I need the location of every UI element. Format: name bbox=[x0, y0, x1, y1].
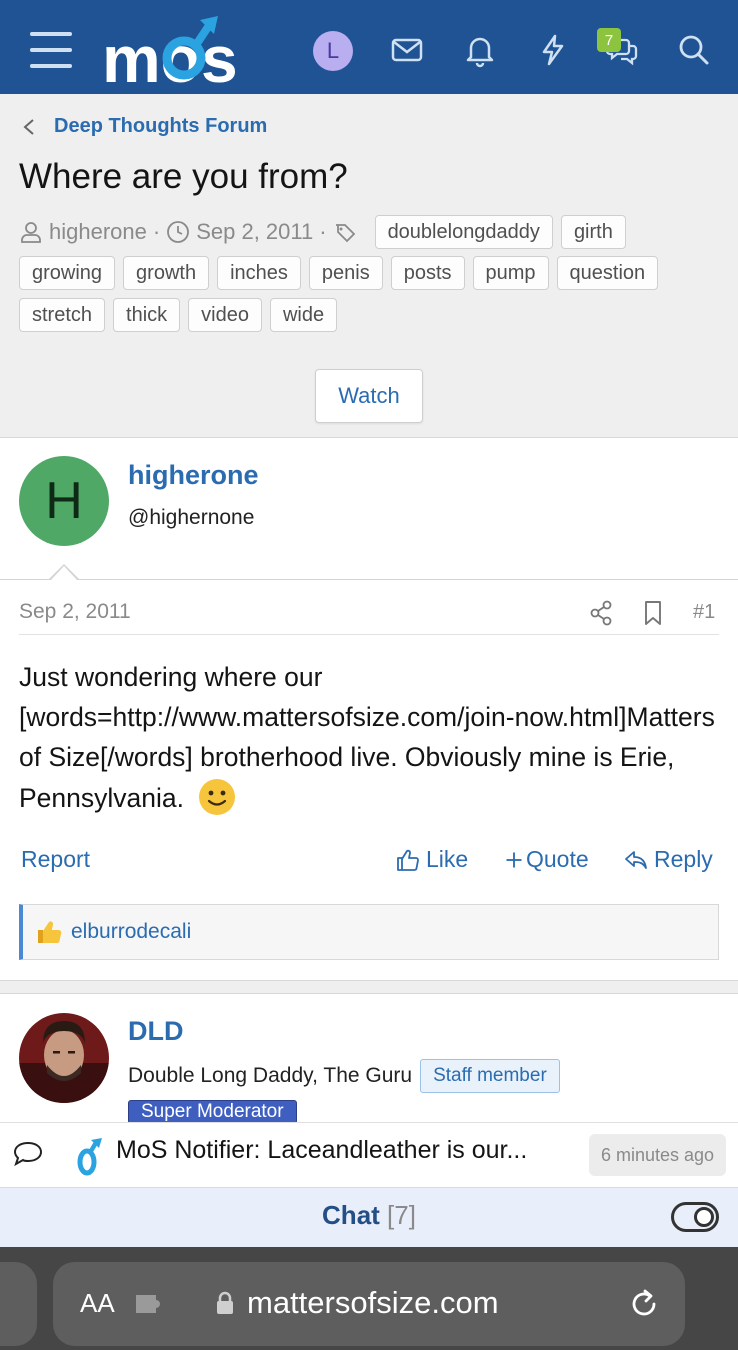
post-number[interactable]: #1 bbox=[693, 601, 715, 624]
chat-count: [7] bbox=[387, 1200, 416, 1230]
avatar[interactable] bbox=[19, 1013, 109, 1103]
share-icon[interactable] bbox=[588, 598, 614, 628]
thread-date[interactable]: Sep 2, 2011 bbox=[196, 219, 313, 245]
envelope-icon[interactable] bbox=[389, 32, 425, 68]
staff-badge: Staff member bbox=[420, 1059, 560, 1093]
smiley-icon bbox=[199, 779, 236, 815]
user-title-row: Double Long Daddy, The Guru Staff member bbox=[128, 1059, 560, 1093]
bookmark-icon[interactable] bbox=[641, 598, 665, 628]
reload-icon[interactable] bbox=[627, 1287, 661, 1321]
thumbs-up-icon bbox=[397, 849, 419, 871]
quote-button[interactable]: Quote bbox=[504, 846, 589, 873]
tag-growth[interactable]: growth bbox=[123, 256, 210, 290]
previous-tab[interactable] bbox=[0, 1262, 37, 1346]
tag-stretch[interactable]: stretch bbox=[19, 298, 106, 332]
notifier-message[interactable]: MoS Notifier: Laceandleather is our... bbox=[116, 1136, 527, 1165]
reactions-bar: elburrodecali bbox=[19, 904, 719, 960]
tag-video[interactable]: video bbox=[188, 298, 262, 332]
post-username[interactable]: DLD bbox=[128, 1016, 184, 1047]
notifier-time: 6 minutes ago bbox=[589, 1134, 726, 1176]
lightning-icon[interactable] bbox=[535, 32, 571, 68]
speech-bubble-icon[interactable] bbox=[12, 1140, 44, 1168]
tag-pump[interactable]: pump bbox=[472, 256, 549, 290]
report-button[interactable]: Report bbox=[21, 846, 90, 873]
tag-question[interactable]: question bbox=[556, 256, 659, 290]
user-avatar[interactable]: L bbox=[313, 31, 353, 71]
reply-button[interactable]: Reply bbox=[624, 846, 713, 873]
thumbs-up-reaction-icon bbox=[38, 921, 62, 943]
tag-icon bbox=[335, 224, 355, 243]
site-logo[interactable]: mos bbox=[100, 12, 262, 88]
tag-thick[interactable]: thick bbox=[113, 298, 181, 332]
conversations-badge: 7 bbox=[597, 28, 621, 52]
chevron-left-icon bbox=[23, 118, 34, 135]
plus-icon bbox=[506, 852, 522, 867]
tag-row: stretch thick video wide bbox=[19, 298, 338, 332]
user-icon bbox=[21, 222, 41, 243]
tag-inches[interactable]: inches bbox=[217, 256, 301, 290]
chat-title[interactable]: Chat [7] bbox=[0, 1200, 738, 1231]
avatar-photo bbox=[19, 1013, 109, 1103]
lock-icon bbox=[217, 1291, 233, 1314]
extension-icon[interactable] bbox=[134, 1291, 166, 1317]
bell-icon[interactable] bbox=[462, 32, 498, 68]
tag-girth[interactable]: girth bbox=[560, 215, 626, 249]
post-user-bar bbox=[0, 438, 738, 580]
mos-logo-icon bbox=[77, 1138, 102, 1176]
page-title: Where are you from? bbox=[19, 157, 348, 196]
breadcrumb-label[interactable]: Deep Thoughts Forum bbox=[54, 115, 267, 138]
reply-icon bbox=[625, 850, 647, 869]
url-display[interactable]: mattersofsize.com bbox=[215, 1285, 499, 1321]
tag-doublelongdaddy[interactable]: doublelongdaddy bbox=[374, 215, 553, 249]
menu-icon[interactable] bbox=[30, 32, 72, 68]
tag-wide[interactable]: wide bbox=[269, 298, 338, 332]
meta-separator: · bbox=[319, 219, 327, 244]
chat-toggle[interactable] bbox=[671, 1202, 719, 1232]
report-label[interactable]: Report bbox=[21, 846, 90, 873]
divider bbox=[19, 634, 719, 635]
liked-by-user[interactable]: elburrodecali bbox=[71, 920, 191, 944]
like-button[interactable]: Like bbox=[396, 846, 468, 873]
post-separator bbox=[0, 980, 738, 994]
thread-author[interactable]: higherone bbox=[49, 219, 147, 245]
quote-label[interactable]: Quote bbox=[526, 846, 589, 873]
role-banner: Super Moderator bbox=[128, 1100, 297, 1124]
user-arrow-inner bbox=[50, 566, 78, 581]
watch-button[interactable]: Watch bbox=[315, 369, 423, 423]
like-label[interactable]: Like bbox=[426, 846, 468, 873]
tag-growing[interactable]: growing bbox=[19, 256, 116, 290]
tag-posts[interactable]: posts bbox=[390, 256, 465, 290]
post-body: Just wondering where our [words=http://w… bbox=[19, 657, 719, 818]
reply-label[interactable]: Reply bbox=[654, 846, 713, 873]
chat-label[interactable]: Chat bbox=[322, 1200, 380, 1230]
thread-meta: higherone · Sep 2, 2011 · doublelongdadd… bbox=[19, 214, 626, 250]
url-text[interactable]: mattersofsize.com bbox=[247, 1285, 499, 1321]
text-size-button[interactable]: AA bbox=[80, 1288, 115, 1319]
post-user-handle: @highernone bbox=[128, 506, 255, 529]
avatar[interactable]: H bbox=[19, 456, 109, 546]
clock-icon bbox=[167, 221, 190, 243]
tag-penis[interactable]: penis bbox=[308, 256, 383, 290]
post-body-text: Just wondering where our [words=http://w… bbox=[19, 662, 715, 813]
post-username[interactable]: higherone bbox=[128, 460, 259, 491]
tag-row: growing growth inches penis posts pump q… bbox=[19, 256, 659, 290]
user-title: Double Long Daddy, The Guru bbox=[128, 1064, 413, 1087]
post-date[interactable]: Sep 2, 2011 bbox=[19, 600, 131, 624]
meta-separator: · bbox=[152, 219, 161, 244]
breadcrumb[interactable]: Deep Thoughts Forum bbox=[22, 115, 267, 138]
search-icon[interactable] bbox=[676, 32, 712, 68]
